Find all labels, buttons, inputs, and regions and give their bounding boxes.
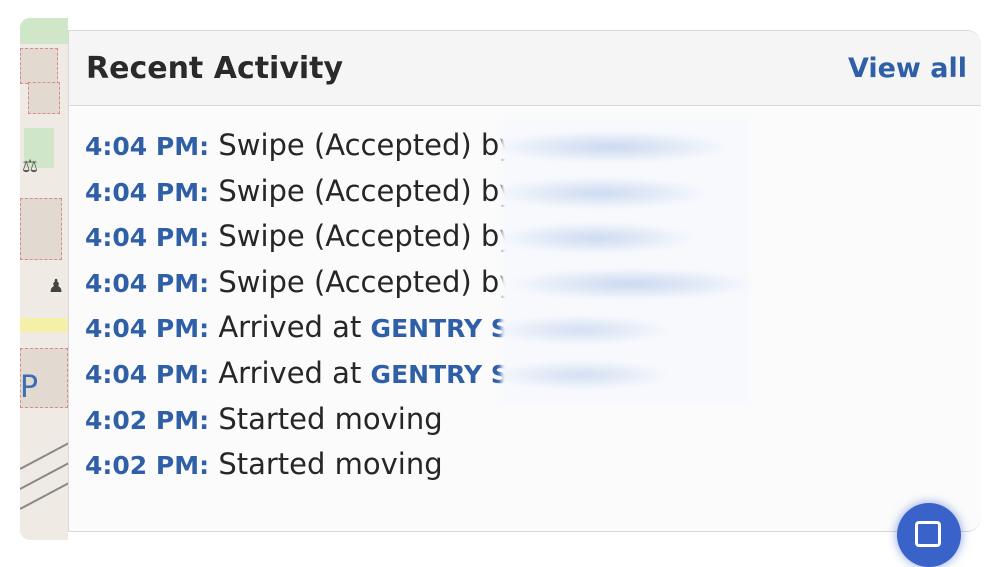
activity-time: 4:04 PM: <box>85 359 210 389</box>
recent-activity-card: Recent Activity View all 4:04 PM: Swipe … <box>68 30 981 532</box>
map-building <box>20 198 62 260</box>
activity-time: 4:04 PM: <box>85 223 210 253</box>
activity-time: 4:04 PM: <box>85 132 210 161</box>
map-panel[interactable]: ⚖ ♟ P <box>20 18 68 540</box>
map-park <box>20 18 68 44</box>
card-title: Recent Activity <box>86 51 344 86</box>
map-road <box>20 318 68 332</box>
activity-text: Arrived at <box>218 310 362 345</box>
courthouse-icon: ⚖ <box>22 156 39 177</box>
activity-time: 4:02 PM: <box>85 451 210 481</box>
chat-button[interactable] <box>897 503 961 567</box>
activity-time: 4:04 PM: <box>85 177 210 207</box>
parking-icon: P <box>20 370 39 405</box>
activity-time: 4:04 PM: <box>85 268 210 298</box>
activity-text: Arrived at <box>218 355 362 390</box>
activity-text: Swipe (Accepted) by <box>218 173 517 208</box>
chat-icon <box>915 521 941 547</box>
activity-text: Swipe (Accepted) by <box>218 219 517 254</box>
map-rail <box>20 475 68 510</box>
person-icon: ♟ <box>48 276 65 297</box>
map-building <box>28 82 60 114</box>
list-item: 4:02 PM: Started moving <box>85 446 981 492</box>
card-header: Recent Activity View all <box>69 31 981 106</box>
activity-text: Swipe (Accepted) by <box>218 128 517 162</box>
activity-text: Started moving <box>218 447 443 482</box>
activity-text: Started moving <box>218 401 443 436</box>
redacted-region <box>501 117 751 407</box>
activity-time: 4:02 PM: <box>85 405 210 435</box>
activity-text: Swipe (Accepted) by <box>218 264 517 299</box>
activity-time: 4:04 PM: <box>85 314 210 344</box>
list-item: 4:02 PM: Started moving <box>85 401 981 447</box>
map-building <box>20 48 58 84</box>
view-all-link[interactable]: View all <box>848 53 967 84</box>
